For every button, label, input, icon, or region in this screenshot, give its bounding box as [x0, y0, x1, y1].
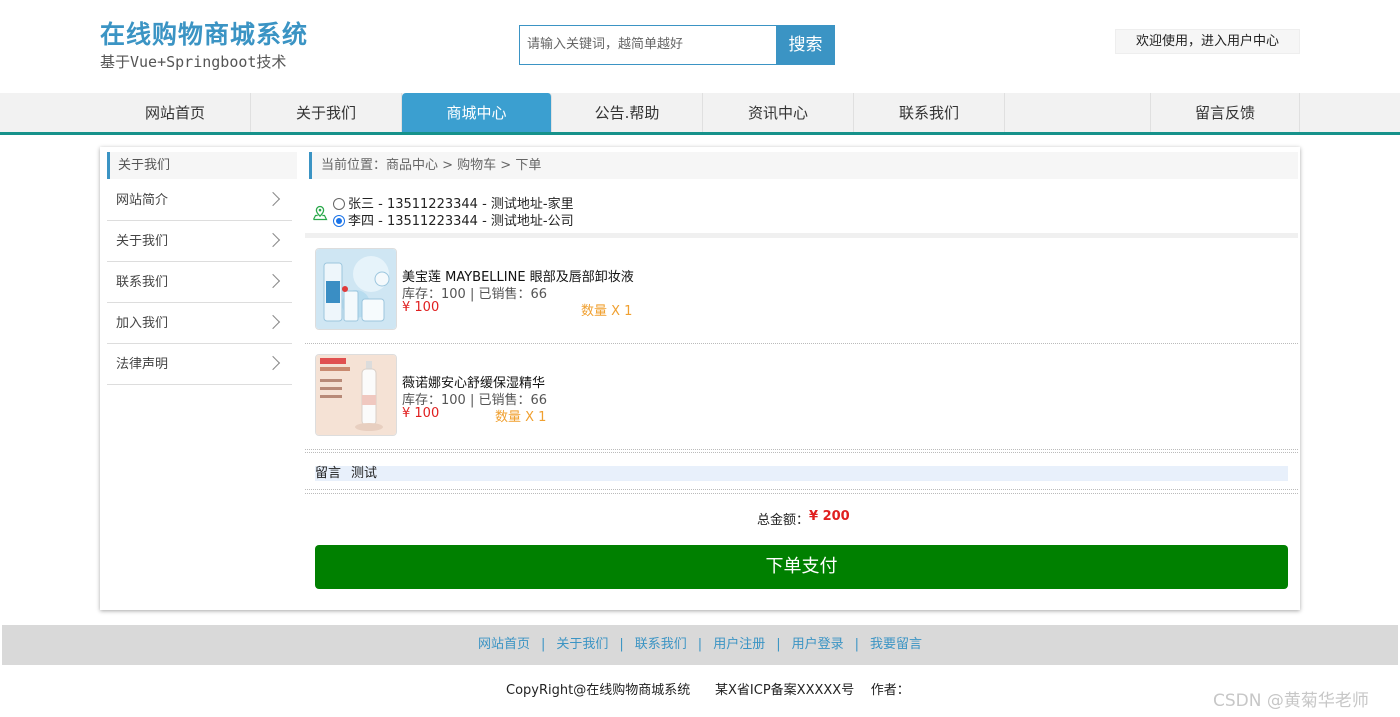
- user-center-link[interactable]: 欢迎使用，进入用户中心: [1115, 29, 1300, 54]
- sidebar-item-intro[interactable]: 网站简介: [107, 180, 292, 221]
- nav-item-notice[interactable]: 公告.帮助: [552, 93, 703, 133]
- chevron-right-icon: [265, 355, 281, 371]
- chevron-right-icon: [265, 191, 281, 207]
- divider: [305, 452, 1298, 453]
- divider: [305, 493, 1298, 494]
- watermark: CSDN @黄菊华老师: [1213, 691, 1369, 711]
- radio-button-selected[interactable]: [333, 215, 345, 227]
- divider: [305, 449, 1298, 450]
- site-title[interactable]: 在线购物商城系统: [100, 15, 308, 51]
- divider: [305, 489, 1298, 490]
- sidebar-item-label: 网站简介: [116, 193, 169, 208]
- divider: [305, 343, 1298, 344]
- sidebar-item-label: 法律声明: [116, 357, 169, 372]
- site-subtitle: 基于Vue+Springboot技术: [100, 53, 287, 71]
- total-amount: ¥ 200: [809, 509, 850, 524]
- total-label: 总金额：: [757, 513, 810, 528]
- separator: |: [540, 637, 546, 652]
- sidebar-item-label: 联系我们: [116, 275, 169, 290]
- sidebar-item-label: 关于我们: [116, 234, 169, 249]
- address-text: 李四 - 13511223344 - 测试地址-公司: [348, 214, 574, 229]
- pay-button[interactable]: 下单支付: [315, 545, 1288, 589]
- divider: [305, 233, 1298, 238]
- product-image[interactable]: [315, 248, 397, 330]
- sidebar-item-join[interactable]: 加入我们: [107, 303, 292, 344]
- sidebar-item-label: 加入我们: [116, 316, 169, 331]
- search-button[interactable]: 搜索: [776, 25, 835, 65]
- footer-link-login[interactable]: 用户登录: [792, 637, 844, 652]
- sidebar-item-about[interactable]: 关于我们: [107, 221, 292, 262]
- nav-underline: [0, 132, 1400, 135]
- separator: |: [776, 637, 781, 652]
- message-label: 留言: [315, 466, 342, 481]
- footer-links: 网站首页 | 关于我们 | 联系我们 | 用户注册 | 用户登录 | 我要留言: [0, 625, 1400, 665]
- address-option[interactable]: 张三 - 13511223344 - 测试地址-家里: [333, 197, 574, 213]
- nav-item-contact[interactable]: 联系我们: [854, 93, 1005, 133]
- product-image[interactable]: [315, 354, 397, 436]
- copyright: CopyRight@在线购物商城系统 某X省ICP备案XXXXX号 作者：: [506, 683, 910, 698]
- separator: |: [854, 637, 859, 652]
- sidebar-heading: 关于我们: [107, 152, 297, 179]
- product-quantity: 数量 X 1: [581, 304, 633, 319]
- header: 在线购物商城系统 基于Vue+Springboot技术 请输入关键词，越简单越好…: [0, 0, 1400, 93]
- search-input[interactable]: 请输入关键词，越简单越好: [519, 25, 776, 65]
- footer-link-home[interactable]: 网站首页: [478, 637, 530, 652]
- message-field[interactable]: [315, 466, 1288, 481]
- sidebar-item-contact[interactable]: 联系我们: [107, 262, 292, 303]
- address-option[interactable]: 李四 - 13511223344 - 测试地址-公司: [333, 214, 574, 230]
- footer-link-register[interactable]: 用户注册: [713, 637, 765, 652]
- footer-link-about[interactable]: 关于我们: [556, 637, 608, 652]
- nav-item-feedback[interactable]: 留言反馈: [1150, 93, 1300, 133]
- product-quantity: 数量 X 1: [495, 410, 547, 425]
- location-icon: [312, 205, 328, 221]
- nav-item-about[interactable]: 关于我们: [251, 93, 402, 133]
- nav-item-mall[interactable]: 商城中心: [402, 93, 552, 133]
- chevron-right-icon: [265, 232, 281, 248]
- footer-link-message[interactable]: 我要留言: [870, 637, 922, 652]
- separator: |: [619, 637, 624, 652]
- chevron-right-icon: [265, 314, 281, 330]
- chevron-right-icon: [265, 273, 281, 289]
- separator: |: [697, 637, 703, 652]
- radio-button[interactable]: [333, 198, 345, 210]
- address-text: 张三 - 13511223344 - 测试地址-家里: [348, 197, 574, 212]
- product-price: ¥ 100: [402, 406, 440, 421]
- message-value: 测试: [351, 466, 378, 481]
- nav-item-news[interactable]: 资讯中心: [703, 93, 854, 133]
- breadcrumb: 当前位置：商品中心 > 购物车 > 下单: [309, 152, 1298, 179]
- sidebar-item-legal[interactable]: 法律声明: [107, 344, 292, 385]
- product-price: ¥ 100: [402, 300, 440, 315]
- nav-item-home[interactable]: 网站首页: [100, 93, 251, 133]
- footer-link-contact[interactable]: 联系我们: [635, 637, 687, 652]
